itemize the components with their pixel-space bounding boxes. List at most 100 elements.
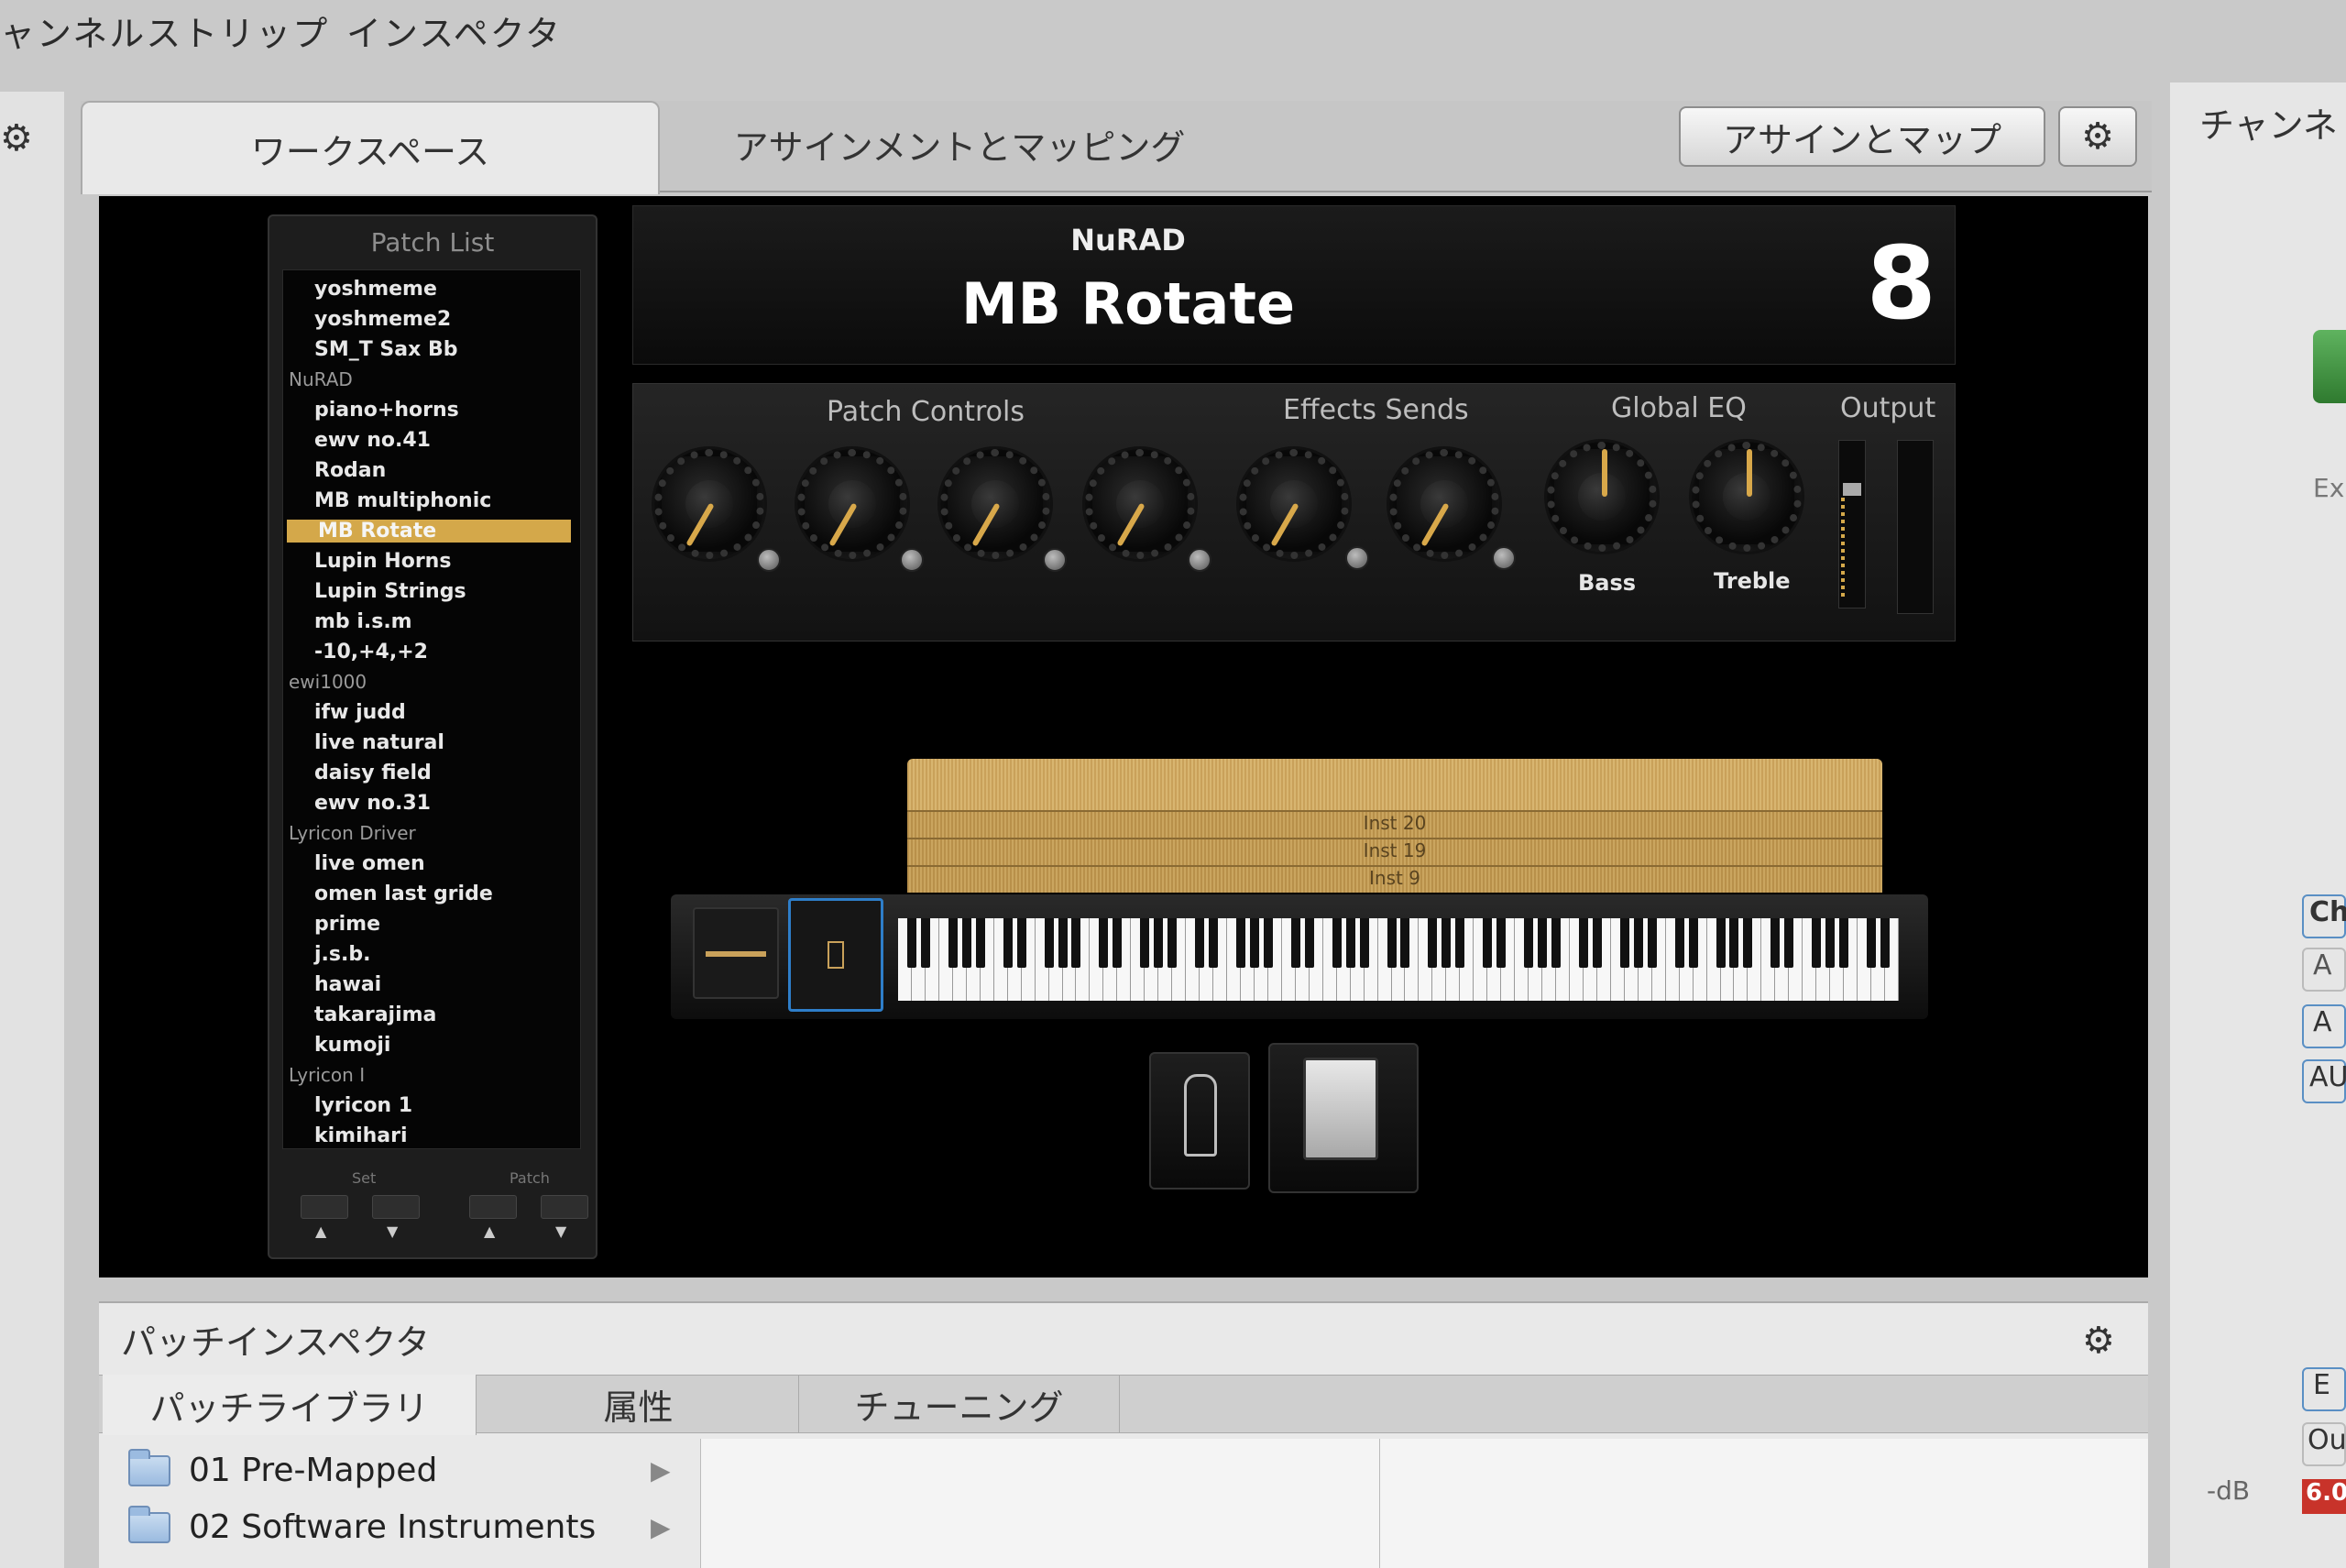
black-key[interactable] [1743, 918, 1753, 968]
black-key[interactable] [1209, 918, 1219, 968]
black-key[interactable] [1016, 918, 1026, 968]
black-key[interactable] [1154, 918, 1164, 968]
sustain-pedal[interactable] [1149, 1052, 1250, 1190]
black-key[interactable] [1345, 918, 1355, 968]
black-key[interactable] [1880, 918, 1891, 968]
effects-send-assign-1[interactable] [1345, 546, 1369, 570]
black-key[interactable] [1633, 918, 1643, 968]
piano-keyboard[interactable] [898, 918, 1899, 1001]
black-key[interactable] [1003, 918, 1013, 968]
set-down-arrow-icon[interactable]: ▼ [387, 1223, 398, 1240]
left-gear-icon[interactable]: ⚙ [0, 117, 33, 159]
patch-group-header[interactable]: ewi1000 [289, 671, 367, 693]
pitch-bend-wheel[interactable] [693, 907, 779, 999]
patch-next-button[interactable] [541, 1195, 588, 1219]
black-key[interactable] [1578, 918, 1588, 968]
patch-item[interactable]: ifw judd [283, 701, 580, 724]
black-key[interactable] [1674, 918, 1684, 968]
patch-control-assign-2[interactable] [900, 548, 924, 572]
black-key[interactable] [1483, 918, 1493, 968]
black-key[interactable] [1716, 918, 1726, 968]
patch-item[interactable]: Rodan [283, 459, 580, 482]
patch-item[interactable]: mb i.s.m [283, 610, 580, 633]
black-key[interactable] [1263, 918, 1273, 968]
black-key[interactable] [1168, 918, 1178, 968]
patch-item[interactable]: yoshmeme2 [283, 308, 580, 331]
black-key[interactable] [1839, 918, 1849, 968]
au-button[interactable]: AU [2302, 1059, 2346, 1103]
effects-send-knob-2[interactable] [1389, 449, 1499, 559]
black-key[interactable] [1387, 918, 1397, 968]
patch-item[interactable]: Lupin Strings [283, 580, 580, 603]
patch-control-knob-1[interactable] [654, 449, 764, 559]
patch-item[interactable]: piano+horns [283, 399, 580, 422]
black-key[interactable] [1524, 918, 1534, 968]
patch-item[interactable]: omen last gride [283, 883, 580, 905]
patch-item[interactable]: kimihari [283, 1124, 580, 1147]
eq-bass-knob[interactable] [1547, 442, 1657, 552]
expression-pedal[interactable] [1268, 1043, 1419, 1193]
black-key[interactable] [1442, 918, 1452, 968]
effects-send-knob-1[interactable] [1239, 449, 1349, 559]
black-key[interactable] [1400, 918, 1410, 968]
black-key[interactable] [1195, 918, 1205, 968]
patch-item[interactable]: hawai [283, 973, 580, 996]
set-up-arrow-icon[interactable]: ▲ [315, 1223, 326, 1240]
patch-item-selected[interactable]: MB Rotate [287, 520, 571, 543]
library-folder-pre-mapped[interactable]: 01 Pre-Mapped [128, 1448, 437, 1489]
effects-send-assign-2[interactable] [1492, 546, 1516, 570]
a-button-1[interactable]: A [2302, 948, 2346, 992]
tab-tuning[interactable]: チューニング [799, 1375, 1120, 1433]
black-key[interactable] [1496, 918, 1507, 968]
black-key[interactable] [1140, 918, 1150, 968]
patch-group-header[interactable]: NuRAD [289, 368, 353, 390]
patch-item[interactable]: ewv no.41 [283, 429, 580, 452]
patch-item[interactable]: SM_T Sax Bb [283, 338, 580, 361]
patch-item[interactable]: MB multiphonic [283, 489, 580, 512]
black-key[interactable] [1290, 918, 1300, 968]
black-key[interactable] [1235, 918, 1245, 968]
disclosure-arrow-icon[interactable]: ▶ [651, 1512, 671, 1542]
black-key[interactable] [1770, 918, 1781, 968]
black-key[interactable] [1304, 918, 1314, 968]
tab-attributes[interactable]: 属性 [478, 1375, 799, 1433]
black-key[interactable] [1071, 918, 1081, 968]
tab-assign-mapping[interactable]: アサインメントとマッピング [662, 103, 1257, 185]
patch-item[interactable]: lyricon 1 [283, 1094, 580, 1117]
patch-control-assign-3[interactable] [1043, 548, 1067, 572]
mod-wheel[interactable] [788, 898, 883, 1012]
tab-workspace[interactable]: ワークスペース [81, 101, 660, 194]
black-key[interactable] [1044, 918, 1054, 968]
black-key[interactable] [1538, 918, 1548, 968]
patch-item[interactable]: j.s.b. [283, 943, 580, 966]
black-key[interactable] [1825, 918, 1836, 968]
ou-button[interactable]: Ou [2302, 1422, 2346, 1466]
black-key[interactable] [1592, 918, 1602, 968]
black-key[interactable] [1867, 918, 1877, 968]
layer-inst-19[interactable]: Inst 19 [907, 838, 1882, 865]
set-next-button[interactable] [372, 1195, 420, 1219]
black-key[interactable] [1113, 918, 1123, 968]
library-folder-software-instruments[interactable]: 02 Software Instruments [128, 1505, 596, 1546]
black-key[interactable] [1249, 918, 1259, 968]
patch-group-header[interactable]: Lyricon Driver [289, 822, 416, 844]
patch-control-assign-1[interactable] [757, 548, 781, 572]
black-key[interactable] [1812, 918, 1822, 968]
patch-prev-button[interactable] [469, 1195, 517, 1219]
patch-item[interactable]: yoshmeme [283, 278, 580, 301]
black-key[interactable] [1455, 918, 1465, 968]
black-key[interactable] [948, 918, 958, 968]
layer-inst-20[interactable]: Inst 20 [907, 810, 1882, 838]
black-key[interactable] [1619, 918, 1629, 968]
black-key[interactable] [975, 918, 985, 968]
patch-item[interactable]: ewv no.31 [283, 792, 580, 815]
patch-control-assign-4[interactable] [1188, 548, 1211, 572]
output-fader[interactable] [1838, 440, 1866, 609]
patch-item[interactable]: kumoji [283, 1034, 580, 1057]
layer-inst-9[interactable]: Inst 9 [907, 865, 1882, 893]
black-key[interactable] [1551, 918, 1562, 968]
black-key[interactable] [906, 918, 916, 968]
black-key[interactable] [1099, 918, 1109, 968]
patch-item[interactable]: live natural [283, 731, 580, 754]
disclosure-arrow-icon[interactable]: ▶ [651, 1455, 671, 1486]
